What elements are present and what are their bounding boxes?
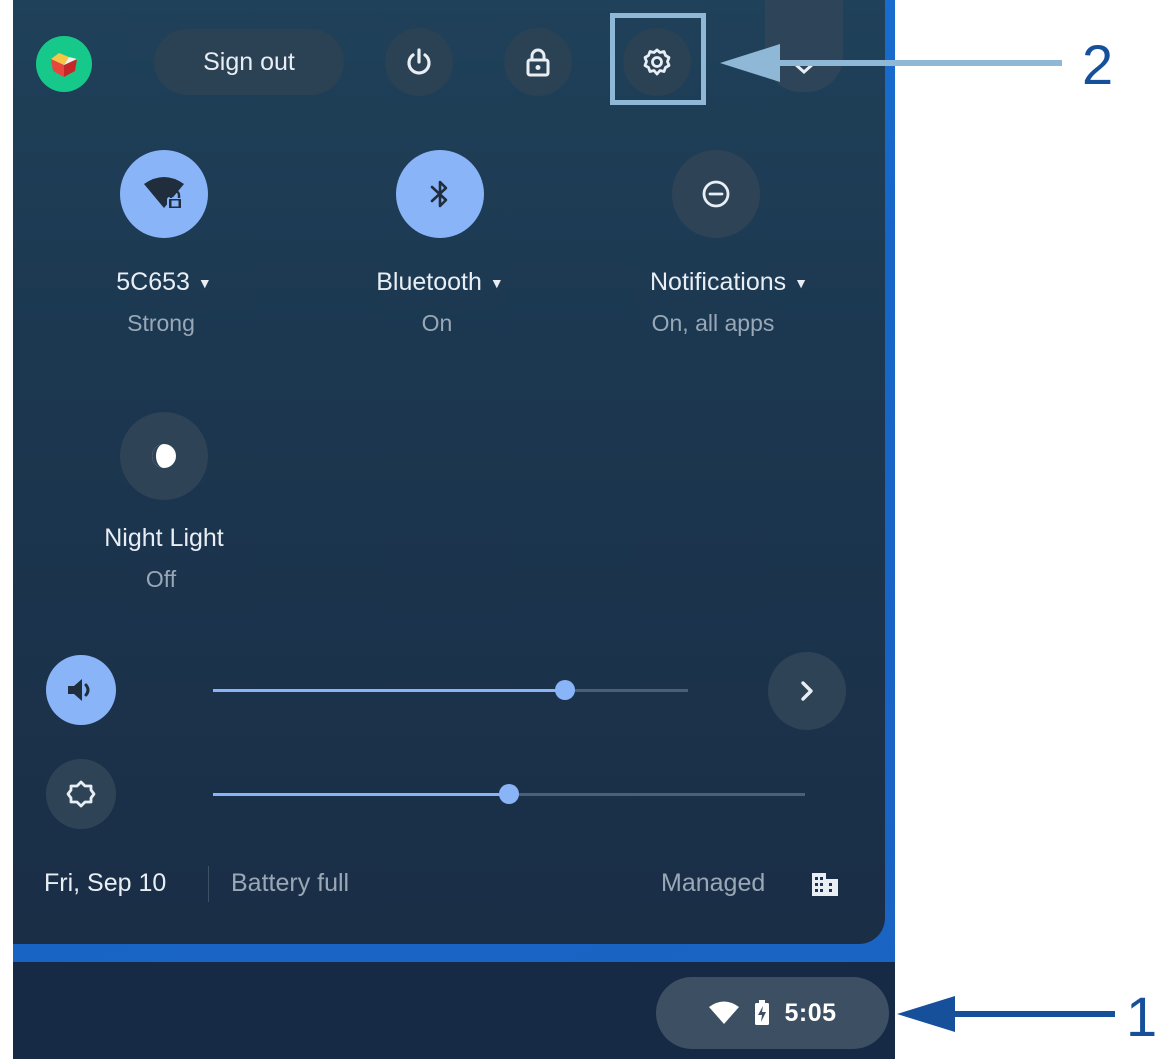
status-tray[interactable]: 5:05	[656, 977, 889, 1049]
notifications-name: Notifications	[649, 268, 787, 296]
avatar-icon	[51, 53, 77, 77]
annotation-label-1: 1	[1126, 985, 1158, 1048]
volume-slider-thumb[interactable]	[554, 680, 575, 700]
quick-settings-panel: Sign out 5C653 ▼ Strong Bluetooth ▼ On N…	[13, 0, 885, 944]
annotation-arrow-2	[720, 44, 1062, 82]
footer-divider	[208, 866, 209, 902]
lock-icon	[526, 48, 550, 77]
bluetooth-icon	[430, 180, 448, 208]
notifications-status: On, all apps	[651, 310, 775, 336]
managed-label[interactable]: Managed	[661, 869, 765, 898]
night-light-icon	[152, 444, 176, 468]
date-label[interactable]: Fri, Sep 10	[44, 869, 166, 898]
night-light-label[interactable]: Night Light	[34, 524, 294, 553]
caret-down-icon: ▼	[794, 275, 809, 292]
bluetooth-status: On	[421, 310, 453, 336]
annotation-label-2: 2	[1082, 33, 1114, 96]
volume-slider-fill	[213, 689, 565, 692]
volume-icon	[68, 679, 90, 701]
night-light-status: Off	[145, 566, 177, 592]
sign-out-button[interactable]: Sign out	[154, 29, 344, 95]
annotation-arrow-1	[897, 996, 1115, 1032]
wifi-status: Strong	[127, 310, 195, 336]
battery-charging-icon	[755, 1000, 770, 1025]
screenshot-stage: Sign out 5C653 ▼ Strong Bluetooth ▼ On N…	[0, 0, 1166, 1059]
power-button[interactable]	[385, 28, 453, 96]
building-icon	[812, 873, 838, 896]
notifications-label[interactable]: Notifications ▼	[599, 268, 859, 297]
mute-button[interactable]	[46, 655, 116, 725]
bluetooth-label[interactable]: Bluetooth ▼	[310, 268, 570, 297]
wifi-icon	[709, 1001, 740, 1024]
settings-highlight-box	[610, 13, 706, 105]
wifi-toggle[interactable]	[120, 150, 208, 238]
brightness-slider-fill	[213, 793, 509, 796]
caret-down-icon: ▼	[197, 275, 212, 292]
battery-status: Battery full	[231, 869, 350, 897]
wifi-locked-icon	[144, 177, 184, 210]
chromeos-screen: Sign out 5C653 ▼ Strong Bluetooth ▼ On N…	[13, 0, 895, 1059]
brightness-icon	[66, 780, 96, 808]
caret-down-icon: ▼	[489, 275, 504, 292]
user-avatar[interactable]	[36, 36, 92, 92]
power-icon	[407, 48, 431, 75]
chevron-right-icon	[801, 681, 813, 701]
night-light-toggle[interactable]	[120, 412, 208, 500]
bluetooth-name: Bluetooth	[376, 268, 482, 296]
wifi-label[interactable]: 5C653 ▼	[34, 268, 294, 297]
wifi-network-name: 5C653	[116, 268, 190, 296]
brightness-slider-thumb[interactable]	[499, 784, 519, 804]
brightness-button	[46, 759, 116, 829]
lock-button[interactable]	[504, 28, 572, 96]
do-not-disturb-icon	[702, 180, 730, 208]
audio-settings-button[interactable]	[768, 652, 846, 730]
clock-time: 5:05	[784, 998, 837, 1027]
bluetooth-toggle[interactable]	[396, 150, 484, 238]
notifications-toggle[interactable]	[672, 150, 760, 238]
sign-out-label: Sign out	[203, 47, 295, 76]
